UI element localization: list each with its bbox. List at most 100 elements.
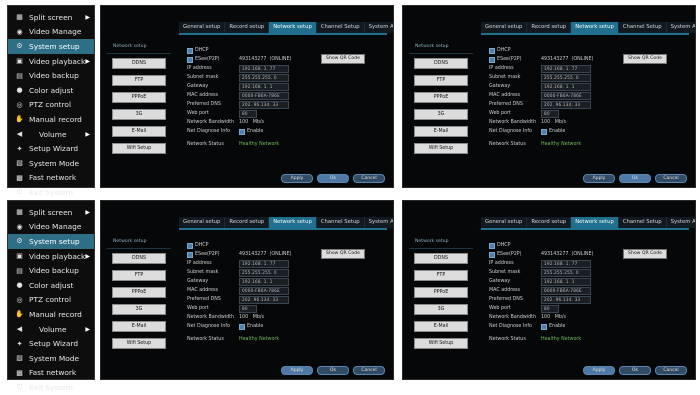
preferred-dns-input[interactable]: 202. 96.134. 33	[239, 295, 289, 304]
ok-button[interactable]: Ok	[317, 366, 349, 375]
diagnose-checkbox[interactable]	[239, 128, 245, 135]
menu-item-video-playback[interactable]: ▣ Video playback ▶	[8, 249, 94, 264]
ftp-button[interactable]: FTP	[112, 75, 166, 86]
gateway-input[interactable]: 192.168. 1. 1	[541, 82, 591, 91]
preferred-dns-input[interactable]: 202. 96.134. 33	[541, 100, 591, 109]
pppoe-button[interactable]: PPPoE	[414, 287, 468, 298]
ftp-button[interactable]: FTP	[112, 270, 166, 281]
tab-general-setup[interactable]: General setup	[481, 22, 528, 33]
menu-item-split-screen[interactable]: ▦ Split screen ▶	[8, 205, 94, 220]
menu-item-color-adjust[interactable]: ● Color adjust	[8, 83, 94, 98]
subnet-mask-input[interactable]: 255.255.255. 0	[239, 73, 289, 82]
menu-item-system-setup[interactable]: ⚙ System setup	[8, 234, 94, 249]
email-button[interactable]: E-Mail	[112, 126, 166, 137]
cancel-button[interactable]: Cancel	[655, 174, 687, 183]
tab-channel-setup[interactable]: Channel Setup	[618, 22, 667, 33]
3g-button[interactable]: 3G	[414, 109, 468, 120]
menu-item-manual-record[interactable]: ✋ Manual record	[8, 307, 94, 322]
menu-item-exit-system[interactable]: ⏻ Exit System	[8, 185, 94, 200]
web-port-input[interactable]: 80	[541, 109, 559, 118]
tab-network-setup[interactable]: Network setup	[269, 217, 317, 228]
tab-record-setup[interactable]: Record setup	[527, 217, 572, 228]
tab-network-setup[interactable]: Network setup	[269, 22, 317, 33]
tab-channel-setup[interactable]: Channel Setup	[316, 217, 365, 228]
mac-address-input[interactable]: 0000-FB6A-786E	[239, 286, 289, 295]
show-qr-code-button[interactable]: Show QR Code	[321, 54, 365, 64]
menu-item-system-mode[interactable]: ▧ System Mode	[8, 156, 94, 171]
menu-item-color-adjust[interactable]: ● Color adjust	[8, 278, 94, 293]
ip-address-input[interactable]: 192.168. 1. 77	[239, 64, 289, 73]
menu-item-setup-wizard[interactable]: ✦ Setup Wizard	[8, 141, 94, 156]
ip-address-input[interactable]: 192.168. 1. 77	[541, 64, 591, 73]
mac-address-input[interactable]: 0000-FB6A-786E	[239, 91, 289, 100]
esee-checkbox[interactable]	[489, 56, 495, 63]
ddns-button[interactable]: DDNS	[414, 253, 468, 264]
wifi-setup-button[interactable]: Wifi Setup	[112, 338, 166, 349]
pppoe-button[interactable]: PPPoE	[414, 92, 468, 103]
tab-general-setup[interactable]: General setup	[179, 217, 226, 228]
menu-item-video-backup[interactable]: ▤ Video backup	[8, 68, 94, 83]
menu-item-exit-system[interactable]: ⏻ Exit System	[8, 380, 94, 395]
subnet-mask-input[interactable]: 255.255.255. 0	[541, 73, 591, 82]
ip-address-input[interactable]: 192.168. 1. 77	[239, 259, 289, 268]
show-qr-code-button[interactable]: Show QR Code	[321, 249, 365, 259]
apply-button[interactable]: Apply	[281, 366, 313, 375]
cancel-button[interactable]: Cancel	[353, 174, 385, 183]
tab-record-setup[interactable]: Record setup	[225, 217, 270, 228]
dhcp-checkbox[interactable]	[187, 242, 193, 249]
ftp-button[interactable]: FTP	[414, 270, 468, 281]
web-port-input[interactable]: 80	[239, 109, 257, 118]
gateway-input[interactable]: 192.168. 1. 1	[541, 277, 591, 286]
menu-item-volume[interactable]: ◀ Volume ▶	[8, 127, 94, 142]
mac-address-input[interactable]: 0000-FB6A-786E	[541, 91, 591, 100]
wifi-setup-button[interactable]: Wifi Setup	[414, 338, 468, 349]
tab-channel-setup[interactable]: Channel Setup	[316, 22, 365, 33]
ok-button[interactable]: Ok	[619, 174, 651, 183]
menu-item-split-screen[interactable]: ▦ Split screen ▶	[8, 10, 94, 25]
gateway-input[interactable]: 192.168. 1. 1	[239, 277, 289, 286]
cancel-button[interactable]: Cancel	[353, 366, 385, 375]
subnet-mask-input[interactable]: 255.255.255. 0	[541, 268, 591, 277]
ddns-button[interactable]: DDNS	[414, 58, 468, 69]
menu-item-volume[interactable]: ◀ Volume ▶	[8, 322, 94, 337]
diagnose-checkbox[interactable]	[239, 323, 245, 330]
wifi-setup-button[interactable]: Wifi Setup	[414, 143, 468, 154]
menu-item-setup-wizard[interactable]: ✦ Setup Wizard	[8, 336, 94, 351]
apply-button[interactable]: Apply	[583, 174, 615, 183]
show-qr-code-button[interactable]: Show QR Code	[623, 249, 667, 259]
web-port-input[interactable]: 80	[239, 304, 257, 313]
tab-system-admin[interactable]: System Admin	[666, 217, 695, 228]
menu-item-fast-network[interactable]: ▩ Fast network	[8, 366, 94, 381]
preferred-dns-input[interactable]: 202. 96.134. 33	[541, 295, 591, 304]
gateway-input[interactable]: 192.168. 1. 1	[239, 82, 289, 91]
menu-item-system-setup[interactable]: ⚙ System setup	[8, 39, 94, 54]
ip-address-input[interactable]: 192.168. 1. 77	[541, 259, 591, 268]
diagnose-checkbox[interactable]	[541, 128, 547, 135]
web-port-input[interactable]: 80	[541, 304, 559, 313]
apply-button[interactable]: Apply	[281, 174, 313, 183]
menu-item-fast-network[interactable]: ▩ Fast network	[8, 171, 94, 186]
tab-network-setup[interactable]: Network setup	[571, 217, 619, 228]
email-button[interactable]: E-Mail	[414, 321, 468, 332]
show-qr-code-button[interactable]: Show QR Code	[623, 54, 667, 64]
diagnose-checkbox[interactable]	[541, 323, 547, 330]
ok-button[interactable]: Ok	[619, 366, 651, 375]
dhcp-checkbox[interactable]	[489, 47, 495, 54]
tab-channel-setup[interactable]: Channel Setup	[618, 217, 667, 228]
tab-network-setup[interactable]: Network setup	[571, 22, 619, 33]
menu-item-system-mode[interactable]: ▧ System Mode	[8, 351, 94, 366]
ok-button[interactable]: Ok	[317, 174, 349, 183]
cancel-button[interactable]: Cancel	[655, 366, 687, 375]
dhcp-checkbox[interactable]	[489, 242, 495, 249]
pppoe-button[interactable]: PPPoE	[112, 92, 166, 103]
wifi-setup-button[interactable]: Wifi Setup	[112, 143, 166, 154]
tab-record-setup[interactable]: Record setup	[527, 22, 572, 33]
tab-record-setup[interactable]: Record setup	[225, 22, 270, 33]
menu-item-manual-record[interactable]: ✋ Manual record	[8, 112, 94, 127]
menu-item-video-manage[interactable]: ◉ Video Manage	[8, 220, 94, 235]
3g-button[interactable]: 3G	[112, 109, 166, 120]
esee-checkbox[interactable]	[489, 251, 495, 258]
menu-item-ptz-control[interactable]: ◎ PTZ control	[8, 98, 94, 113]
mac-address-input[interactable]: 0000-FB6A-786E	[541, 286, 591, 295]
3g-button[interactable]: 3G	[414, 304, 468, 315]
